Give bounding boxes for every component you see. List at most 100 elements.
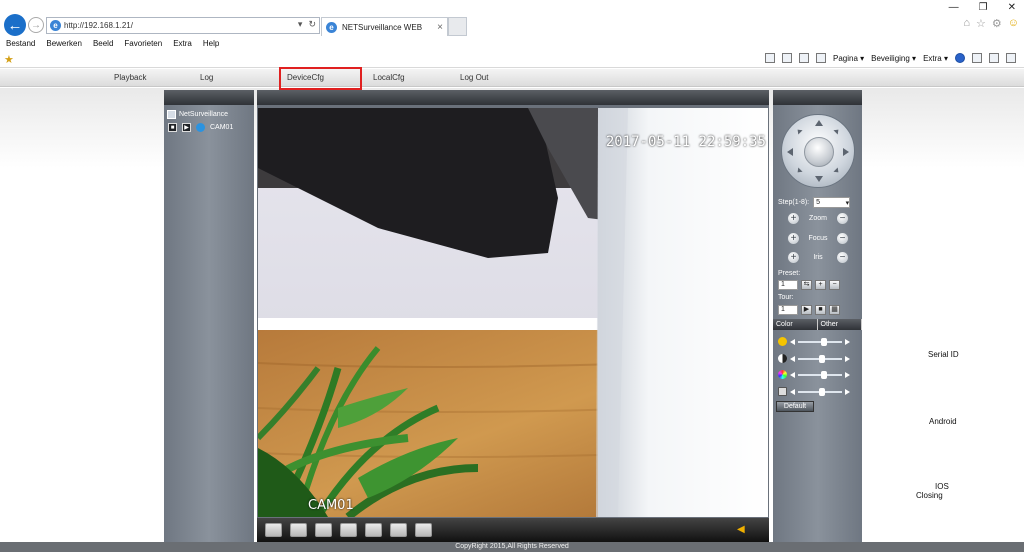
- preset-goto-icon[interactable]: ⇆: [801, 280, 812, 290]
- menu-beeld[interactable]: Beeld: [93, 39, 113, 48]
- zoom-out-button[interactable]: −: [836, 212, 849, 225]
- browser-tab[interactable]: e NETSurveillance WEB ×: [321, 17, 448, 36]
- menu-bestand[interactable]: Bestand: [6, 39, 35, 48]
- menu-help[interactable]: Help: [203, 39, 219, 48]
- zoom-in-button[interactable]: +: [787, 212, 800, 225]
- cloud-icon[interactable]: [390, 523, 407, 537]
- record-icon[interactable]: [340, 523, 357, 537]
- tools-menu[interactable]: Extra ▾: [923, 54, 948, 63]
- preset-input[interactable]: 1: [778, 280, 798, 290]
- ios-link[interactable]: IOS: [935, 482, 949, 491]
- snapshot-icon[interactable]: [365, 523, 382, 537]
- nav-logout[interactable]: Log Out: [460, 73, 488, 82]
- hue-knob[interactable]: [819, 387, 825, 396]
- tab-other[interactable]: Other: [818, 319, 862, 330]
- default-button[interactable]: Default: [776, 401, 814, 412]
- settings-gear-icon[interactable]: ⚙: [992, 17, 1002, 30]
- ptz-down-icon[interactable]: [815, 176, 823, 182]
- address-bar[interactable]: e http://192.168.1.21/ ▾ ↻: [46, 17, 320, 34]
- brightness-decrease-icon[interactable]: [790, 338, 795, 345]
- contrast-knob[interactable]: [819, 354, 825, 363]
- ptz-control-pad[interactable]: [781, 114, 855, 188]
- step-select[interactable]: 5 ▾: [813, 197, 851, 208]
- tour-grid-icon[interactable]: ▦: [829, 305, 840, 315]
- close-window-icon[interactable]: ✕: [1008, 2, 1016, 13]
- tour-stop-icon[interactable]: ■: [815, 305, 826, 315]
- address-text[interactable]: http://192.168.1.21/: [64, 21, 133, 30]
- mail-icon[interactable]: [798, 53, 809, 63]
- playback-icon[interactable]: [315, 523, 332, 537]
- print-icon[interactable]: [815, 53, 826, 63]
- ptz-upright-icon[interactable]: [833, 127, 841, 135]
- brightness-knob[interactable]: [821, 337, 827, 346]
- ptz-downleft-icon[interactable]: [795, 167, 803, 175]
- tour-input[interactable]: 1: [778, 305, 798, 315]
- focus-out-button[interactable]: −: [836, 232, 849, 245]
- iris-out-button[interactable]: −: [836, 251, 849, 264]
- forward-button[interactable]: →: [28, 17, 44, 33]
- saturation-slider[interactable]: [798, 370, 842, 379]
- onenote-icon[interactable]: [989, 53, 999, 63]
- ptz-left-icon[interactable]: [787, 148, 793, 156]
- add-favorite-icon[interactable]: ★: [4, 53, 14, 66]
- saturation-knob[interactable]: [821, 370, 827, 379]
- safety-menu[interactable]: Beveiliging ▾: [871, 54, 916, 63]
- tree-channel[interactable]: ■ ▶ CAM01: [164, 119, 254, 132]
- nav-log[interactable]: Log: [200, 73, 213, 82]
- play-icon[interactable]: ▶: [182, 123, 191, 132]
- rss-feed-icon[interactable]: [781, 53, 792, 63]
- hue-slider[interactable]: [798, 387, 842, 396]
- menu-extra[interactable]: Extra: [173, 39, 192, 48]
- refresh-icon[interactable]: ↻: [308, 19, 316, 30]
- saturation-decrease-icon[interactable]: [790, 371, 795, 378]
- nav-localcfg[interactable]: LocalCfg: [373, 73, 405, 82]
- stop-icon[interactable]: ■: [168, 123, 177, 132]
- home-page-icon[interactable]: [764, 53, 775, 63]
- dropdown-icon[interactable]: ▾: [298, 19, 303, 30]
- fullscreen-icon[interactable]: [265, 523, 282, 537]
- preset-add-icon[interactable]: +: [815, 280, 826, 290]
- ptz-right-icon[interactable]: [843, 148, 849, 156]
- restore-icon[interactable]: ❐: [979, 2, 988, 13]
- ptz-center-button[interactable]: [804, 137, 834, 167]
- video-feed[interactable]: 2017-05-11 22:59:35 CAM01: [258, 108, 768, 517]
- brightness-increase-icon[interactable]: [845, 338, 850, 345]
- minimize-icon[interactable]: —: [949, 2, 959, 13]
- menu-bewerken[interactable]: Bewerken: [46, 39, 82, 48]
- contrast-slider[interactable]: [798, 354, 842, 363]
- preset-remove-icon[interactable]: −: [829, 280, 840, 290]
- translate-icon[interactable]: [1006, 53, 1016, 63]
- focus-in-button[interactable]: +: [787, 232, 800, 245]
- nav-playback[interactable]: Playback: [114, 73, 146, 82]
- contrast-decrease-icon[interactable]: [790, 355, 795, 362]
- iris-in-button[interactable]: +: [787, 251, 800, 264]
- tab-close-icon[interactable]: ×: [437, 22, 447, 33]
- tree-root[interactable]: NetSurveillance: [164, 105, 254, 119]
- hue-decrease-icon[interactable]: [790, 388, 795, 395]
- saturation-increase-icon[interactable]: [845, 371, 850, 378]
- hue-increase-icon[interactable]: [845, 388, 850, 395]
- favorites-star-icon[interactable]: ☆: [976, 17, 986, 30]
- new-tab-button[interactable]: [448, 17, 467, 36]
- research-icon[interactable]: [972, 53, 982, 63]
- android-link[interactable]: Android: [929, 417, 957, 426]
- help-icon[interactable]: [955, 53, 965, 63]
- tab-color[interactable]: Color: [773, 319, 818, 330]
- ptz-up-icon[interactable]: [815, 120, 823, 126]
- volume-mute-icon[interactable]: ◀: [737, 524, 751, 535]
- serial-id-link[interactable]: Serial ID: [928, 350, 959, 359]
- contrast-increase-icon[interactable]: [845, 355, 850, 362]
- ptz-upleft-icon[interactable]: [795, 127, 803, 135]
- home-icon[interactable]: ⌂: [963, 17, 970, 30]
- ptz-downright-icon[interactable]: [833, 167, 841, 175]
- page-menu[interactable]: Pagina ▾: [833, 54, 864, 63]
- tour-play-icon[interactable]: ▶: [801, 305, 812, 315]
- single-view-icon[interactable]: [290, 523, 307, 537]
- menu-favorieten[interactable]: Favorieten: [124, 39, 162, 48]
- smiley-icon[interactable]: ☺: [1008, 17, 1019, 30]
- cloud-settings-icon[interactable]: [415, 523, 432, 537]
- closing-link[interactable]: Closing: [916, 491, 943, 500]
- back-button[interactable]: ←: [4, 14, 26, 36]
- brightness-slider[interactable]: [798, 337, 842, 346]
- channel-label[interactable]: CAM01: [210, 124, 233, 131]
